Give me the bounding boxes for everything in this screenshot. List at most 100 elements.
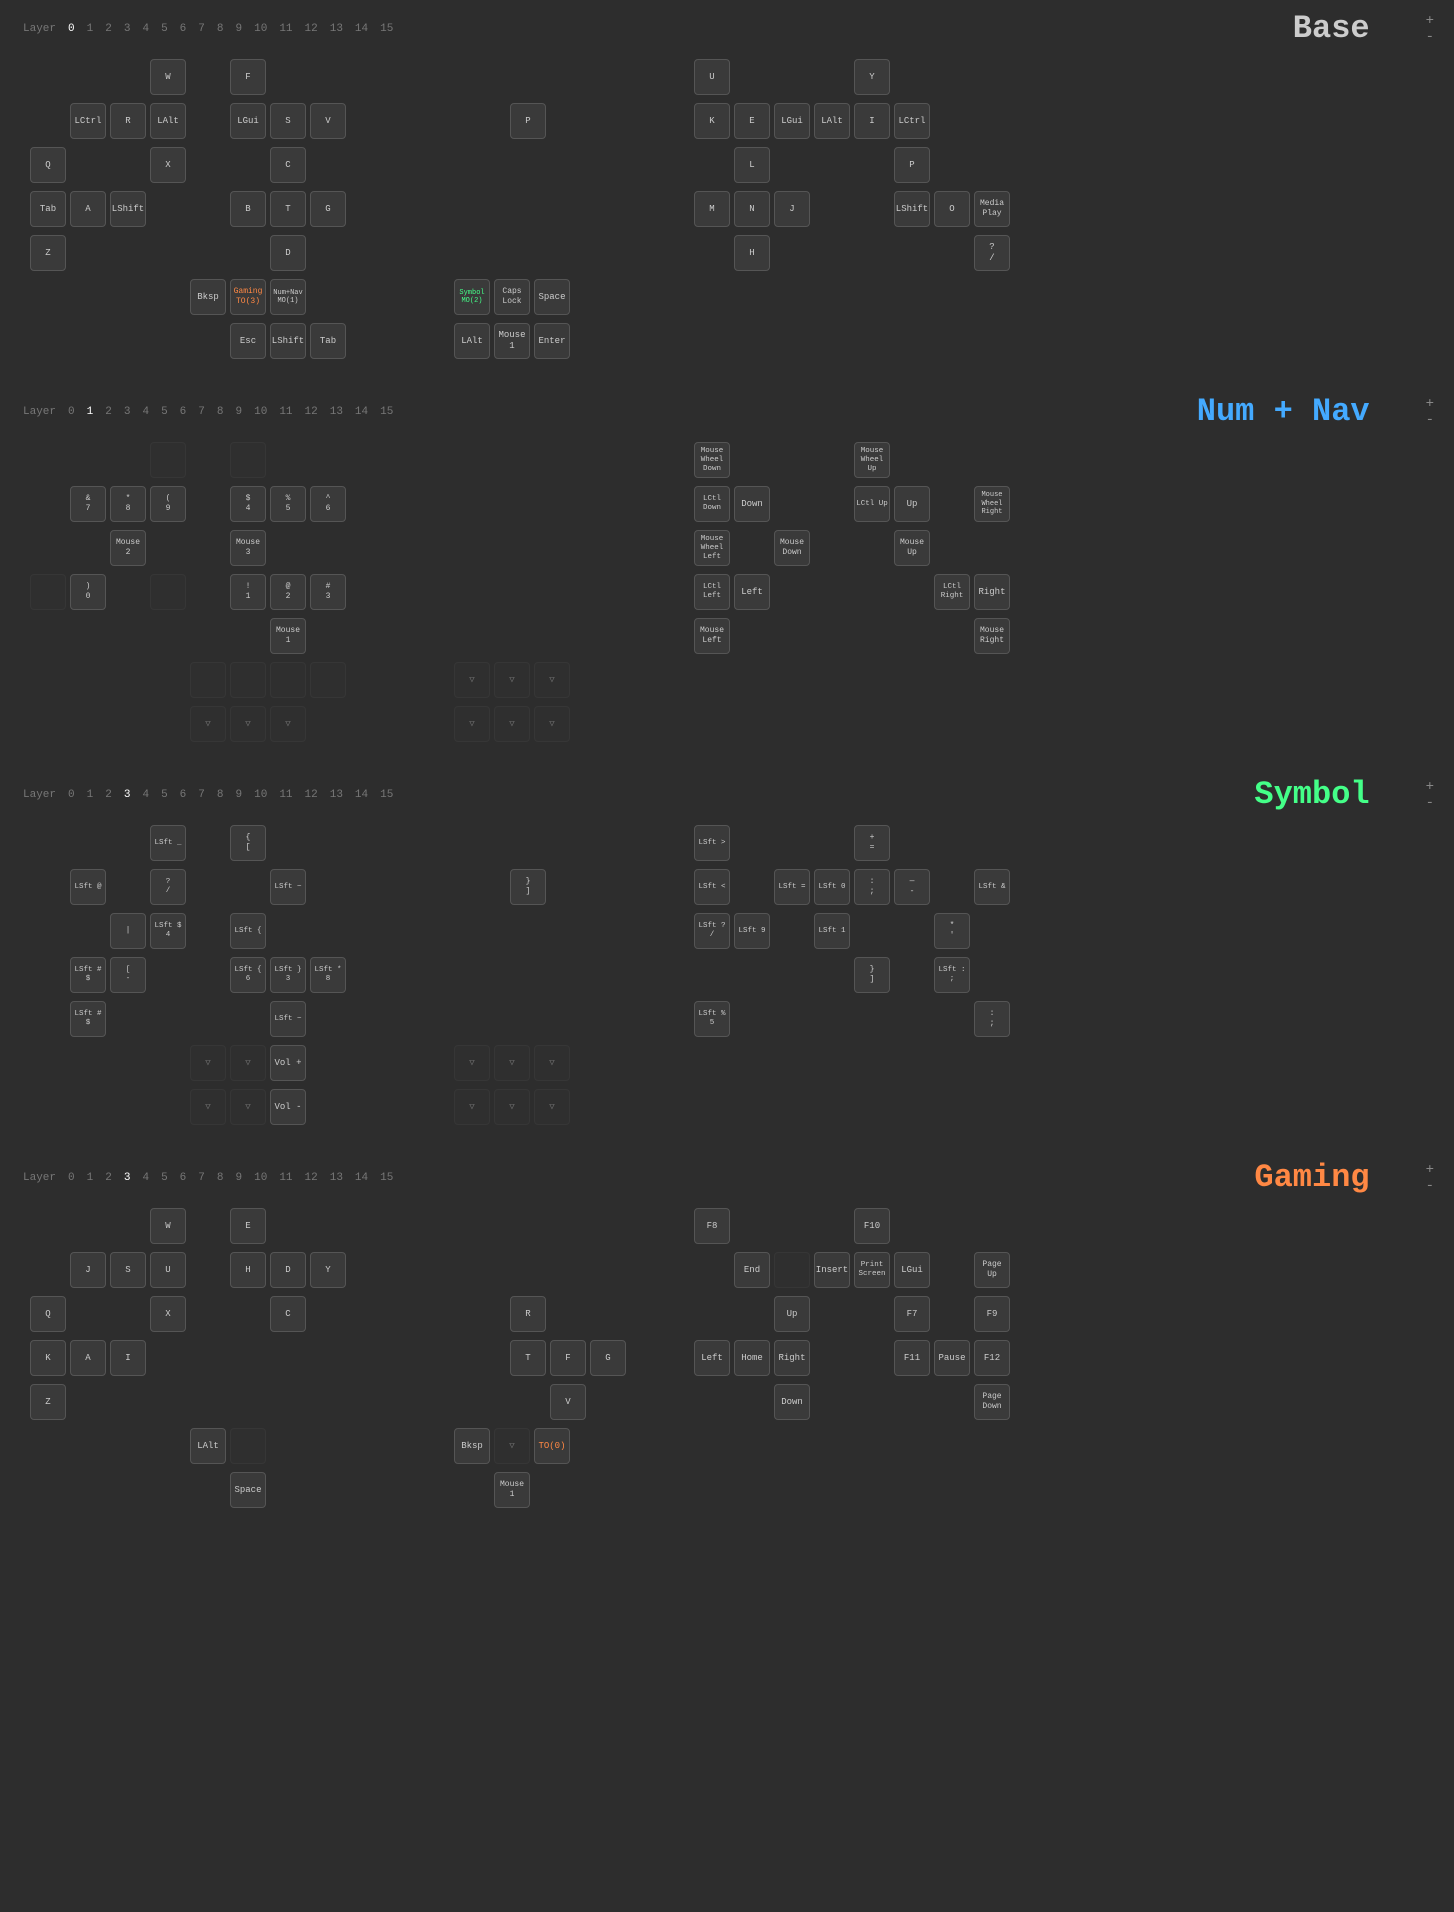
base-key-lctrl[interactable]: LCtrl xyxy=(70,103,106,139)
base-key-o[interactable]: O xyxy=(934,191,970,227)
base-minus[interactable]: - xyxy=(1426,29,1434,45)
base-layer-num-14[interactable]: 14 xyxy=(352,22,371,36)
gm-key-x[interactable]: X xyxy=(150,1296,186,1332)
gaming-layer-num-2[interactable]: 2 xyxy=(102,1171,115,1185)
nn-key-empty[interactable] xyxy=(310,662,346,698)
nn-key-mouse-right[interactable]: Mouse Right xyxy=(974,618,1010,654)
gaming-layer-num-6[interactable]: 6 xyxy=(177,1171,190,1185)
base-key-slash[interactable]: ? / xyxy=(974,235,1010,271)
base-key-lalt-thumb[interactable]: LAlt xyxy=(454,323,490,359)
symbol-layer-num-6[interactable]: 6 xyxy=(177,788,190,802)
gm-key-u[interactable]: U xyxy=(150,1252,186,1288)
sym-key-colon2[interactable]: : ; xyxy=(974,1001,1010,1037)
base-key-h[interactable]: H xyxy=(734,235,770,271)
base-key-space[interactable]: Space xyxy=(534,279,570,315)
nn-key-empty[interactable]: ▽ xyxy=(534,662,570,698)
gm-key-v[interactable]: V xyxy=(550,1384,586,1420)
base-key-w[interactable]: W xyxy=(150,59,186,95)
base-layer-num-8[interactable]: 8 xyxy=(214,22,227,36)
nn-key-paren9[interactable]: ( 9 xyxy=(150,486,186,522)
nn-key-left[interactable]: Left xyxy=(734,574,770,610)
gm-key-d[interactable]: D xyxy=(270,1252,306,1288)
nn-key-lctrl-left[interactable]: LCtl Left xyxy=(694,574,730,610)
sym-key-lsft-amp[interactable]: LSft & xyxy=(974,869,1010,905)
sym-key-lsft-lbrace[interactable]: LSft { xyxy=(230,913,266,949)
symbol-layer-num-8[interactable]: 8 xyxy=(214,788,227,802)
base-key-lalt-r[interactable]: LAlt xyxy=(814,103,850,139)
nn-key-up[interactable]: Up xyxy=(894,486,930,522)
sym-key-lsft-pct[interactable]: LSft % 5 xyxy=(694,1001,730,1037)
sym-key-lsft-4[interactable]: LSft $ 4 xyxy=(150,913,186,949)
gm-key-k[interactable]: K xyxy=(30,1340,66,1376)
gm-key-f11[interactable]: F11 xyxy=(894,1340,930,1376)
gm-key-space[interactable]: Space xyxy=(230,1472,266,1508)
sym-key-lsft-colon[interactable]: LSft : ; xyxy=(934,957,970,993)
base-key-lctrl-r[interactable]: LCtrl xyxy=(894,103,930,139)
gm-key-z[interactable]: Z xyxy=(30,1384,66,1420)
nn-key-down[interactable]: Down xyxy=(734,486,770,522)
sym-key-lsft-1[interactable]: LSft 1 xyxy=(814,913,850,949)
base-key-d[interactable]: D xyxy=(270,235,306,271)
gm-key-f8[interactable]: F8 xyxy=(694,1208,730,1244)
num-nav-layer-num-3[interactable]: 3 xyxy=(121,405,134,419)
num-nav-minus[interactable]: - xyxy=(1426,412,1434,428)
symbol-layer-num-9[interactable]: 9 xyxy=(233,788,246,802)
gaming-layer-num-3[interactable]: 3 xyxy=(121,1171,134,1185)
gm-key-lalt[interactable]: LAlt xyxy=(190,1428,226,1464)
gaming-layer-num-8[interactable]: 8 xyxy=(214,1171,227,1185)
gm-key-f10[interactable]: F10 xyxy=(854,1208,890,1244)
num-nav-layer-num-4[interactable]: 4 xyxy=(139,405,152,419)
base-key-g[interactable]: G xyxy=(310,191,346,227)
gm-key-end[interactable]: End xyxy=(734,1252,770,1288)
gm-key-s[interactable]: S xyxy=(110,1252,146,1288)
base-key-tab[interactable]: Tab xyxy=(30,191,66,227)
gm-key-lgui[interactable]: LGui xyxy=(894,1252,930,1288)
sym-key-lsft-hash2[interactable]: LSft # $ xyxy=(70,1001,106,1037)
base-key-p-left[interactable]: P xyxy=(510,103,546,139)
base-key-tab-thumb[interactable]: Tab xyxy=(310,323,346,359)
sym-key-lsft-at[interactable]: LSft @ xyxy=(70,869,106,905)
base-layer-num-11[interactable]: 11 xyxy=(276,22,295,36)
nn-key-empty[interactable] xyxy=(230,662,266,698)
sym-key-empty[interactable]: ▽ xyxy=(534,1045,570,1081)
nn-key-empty[interactable]: ▽ xyxy=(494,662,530,698)
base-key-lshift-thumb[interactable]: LShift xyxy=(270,323,306,359)
nn-key-mouse-left[interactable]: Mouse Left xyxy=(694,618,730,654)
gm-key-q[interactable]: Q xyxy=(30,1296,66,1332)
base-key-x[interactable]: X xyxy=(150,147,186,183)
sym-key-lsft-9[interactable]: LSft 9 xyxy=(734,913,770,949)
base-layer-num-5[interactable]: 5 xyxy=(158,22,171,36)
num-nav-layer-num-0[interactable]: 0 xyxy=(65,405,78,419)
nn-key-mouse1-bottom[interactable]: Mouse 1 xyxy=(270,618,306,654)
base-layer-num-4[interactable]: 4 xyxy=(139,22,152,36)
num-nav-layer-num-2[interactable]: 2 xyxy=(102,405,115,419)
base-key-v[interactable]: V xyxy=(310,103,346,139)
sym-key-bracket-minus[interactable]: [ - xyxy=(110,957,146,993)
sym-key-semicolon[interactable]: : ; xyxy=(854,869,890,905)
num-nav-layer-num-10[interactable]: 10 xyxy=(251,405,270,419)
base-key-r[interactable]: R xyxy=(110,103,146,139)
gm-key-empty[interactable] xyxy=(230,1428,266,1464)
gm-key-e[interactable]: E xyxy=(230,1208,266,1244)
sym-key-pipe[interactable]: | xyxy=(110,913,146,949)
base-layer-num-15[interactable]: 15 xyxy=(377,22,396,36)
gm-key-t[interactable]: T xyxy=(510,1340,546,1376)
base-layer-num-9[interactable]: 9 xyxy=(233,22,246,36)
nn-key-lctrl-up[interactable]: LCtl Up xyxy=(854,486,890,522)
sym-key-lsft-8[interactable]: LSft * 8 xyxy=(310,957,346,993)
nn-key-right[interactable]: Right xyxy=(974,574,1010,610)
nn-key-lctrl-down[interactable]: LCtl Down xyxy=(694,486,730,522)
nn-key-hash3[interactable]: # 3 xyxy=(310,574,346,610)
gaming-layer-num-14[interactable]: 14 xyxy=(352,1171,371,1185)
nn-key-mouse-wheel-down[interactable]: Mouse Wheel Down xyxy=(694,442,730,478)
sym-key-rbrace[interactable]: } ] xyxy=(510,869,546,905)
gaming-layer-num-15[interactable]: 15 xyxy=(377,1171,396,1185)
gaming-layer-num-0[interactable]: 0 xyxy=(65,1171,78,1185)
gm-key-f[interactable]: F xyxy=(550,1340,586,1376)
gm-key-print-screen[interactable]: Print Screen xyxy=(854,1252,890,1288)
nn-key-lctrl-right[interactable]: LCtl Right xyxy=(934,574,970,610)
symbol-layer-num-11[interactable]: 11 xyxy=(276,788,295,802)
sym-key-empty[interactable]: ▽ xyxy=(190,1045,226,1081)
gm-key-g[interactable]: G xyxy=(590,1340,626,1376)
symbol-layer-num-2[interactable]: 2 xyxy=(102,788,115,802)
